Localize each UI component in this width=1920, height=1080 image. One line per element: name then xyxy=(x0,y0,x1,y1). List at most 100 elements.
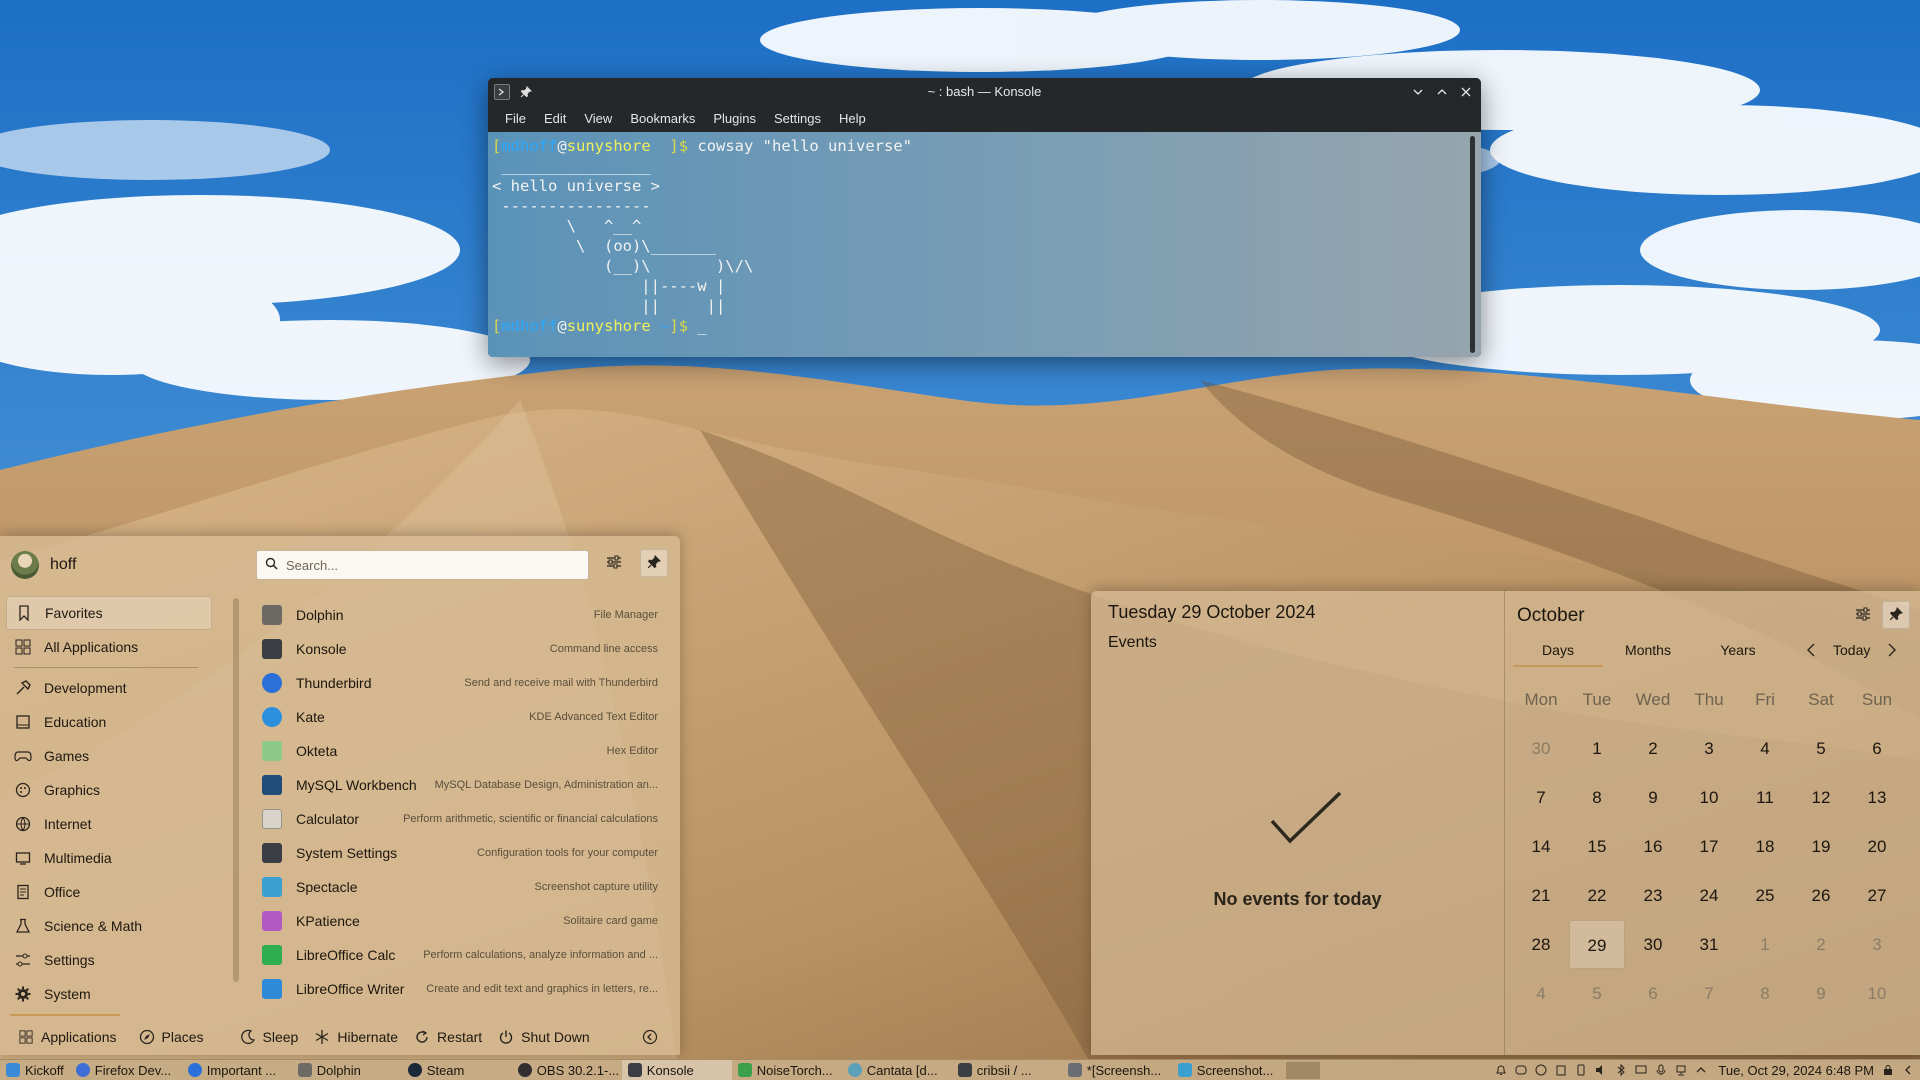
clipboard-icon[interactable] xyxy=(1554,1064,1567,1077)
clock[interactable]: Tue, Oct 29, 2024 6:48 PM xyxy=(1718,1063,1874,1078)
task-obs[interactable]: OBS 30.2.1-... xyxy=(512,1060,622,1080)
calendar-pin-button[interactable] xyxy=(1882,601,1910,629)
network-icon[interactable] xyxy=(1674,1064,1687,1077)
sleep-button[interactable]: Sleep xyxy=(232,1022,307,1052)
day-cell[interactable]: 9 xyxy=(1625,773,1681,822)
day-cell[interactable]: 30 xyxy=(1513,724,1569,773)
app-item-thunderbird[interactable]: Thunderbird Send and receive mail with T… xyxy=(256,666,666,700)
day-cell[interactable]: 3 xyxy=(1681,724,1737,773)
avatar[interactable] xyxy=(11,551,39,579)
menu-file[interactable]: File xyxy=(496,111,535,126)
notifications-icon[interactable] xyxy=(1494,1064,1507,1077)
day-cell[interactable]: 10 xyxy=(1681,773,1737,822)
day-cell[interactable]: 26 xyxy=(1793,871,1849,920)
day-cell[interactable]: 17 xyxy=(1681,822,1737,871)
lock-icon[interactable] xyxy=(1881,1064,1894,1077)
menu-view[interactable]: View xyxy=(575,111,621,126)
search-input[interactable] xyxy=(286,557,576,573)
day-cell[interactable]: 8 xyxy=(1569,773,1625,822)
task-firefox[interactable]: Firefox Dev... xyxy=(70,1060,182,1080)
calendar-configure-button[interactable] xyxy=(1849,601,1877,629)
day-cell[interactable]: 31 xyxy=(1681,920,1737,969)
day-cell[interactable]: 23 xyxy=(1625,871,1681,920)
category-games[interactable]: Games xyxy=(6,739,212,773)
today-button[interactable]: Today xyxy=(1833,642,1870,658)
app-item-libreoffice-calc[interactable]: LibreOffice Calc Perform calculations, a… xyxy=(256,938,666,972)
day-cell[interactable]: 14 xyxy=(1513,822,1569,871)
menu-plugins[interactable]: Plugins xyxy=(704,111,765,126)
task-dolphin[interactable]: Dolphin xyxy=(292,1060,402,1080)
previous-month-button[interactable] xyxy=(1803,643,1819,657)
task-steam[interactable]: Steam xyxy=(402,1060,512,1080)
day-cell[interactable]: 2 xyxy=(1793,920,1849,969)
tab-days[interactable]: Days xyxy=(1513,635,1603,667)
day-cell[interactable]: 12 xyxy=(1793,773,1849,822)
today-cell[interactable]: 29 xyxy=(1569,920,1625,969)
day-cell[interactable]: 21 xyxy=(1513,871,1569,920)
app-item-kate[interactable]: Kate KDE Advanced Text Editor xyxy=(256,700,666,734)
day-cell[interactable]: 1 xyxy=(1737,920,1793,969)
day-cell[interactable]: 13 xyxy=(1849,773,1905,822)
app-item-libreoffice-writer[interactable]: LibreOffice Writer Create and edit text … xyxy=(256,972,666,1006)
more-options-button[interactable] xyxy=(634,1022,666,1052)
maximize-icon[interactable] xyxy=(1435,85,1449,99)
close-icon[interactable] xyxy=(1459,85,1473,99)
day-cell[interactable]: 6 xyxy=(1625,969,1681,1018)
day-cell[interactable]: 4 xyxy=(1737,724,1793,773)
minimize-icon[interactable] xyxy=(1411,85,1425,99)
day-cell[interactable]: 16 xyxy=(1625,822,1681,871)
menu-edit[interactable]: Edit xyxy=(535,111,575,126)
day-cell[interactable]: 28 xyxy=(1513,920,1569,969)
restart-button[interactable]: Restart xyxy=(406,1022,490,1052)
category-all-applications[interactable]: All Applications xyxy=(6,630,212,664)
app-item-kpatience[interactable]: KPatience Solitaire card game xyxy=(256,904,666,938)
day-cell[interactable]: 1 xyxy=(1569,724,1625,773)
task-thunderbird[interactable]: Important ... xyxy=(182,1060,292,1080)
terminal-scrollbar[interactable] xyxy=(1470,136,1475,353)
day-cell[interactable]: 2 xyxy=(1625,724,1681,773)
day-cell[interactable]: 10 xyxy=(1849,969,1905,1018)
task-cribsii[interactable]: cribsii / ... xyxy=(952,1060,1062,1080)
category-science-math[interactable]: Science & Math xyxy=(6,909,212,943)
category-office[interactable]: Office xyxy=(6,875,212,909)
app-item-mysql-workbench[interactable]: MySQL Workbench MySQL Database Design, A… xyxy=(256,768,666,802)
app-item-okteta[interactable]: Okteta Hex Editor xyxy=(256,734,666,768)
app-item-spectacle[interactable]: Spectacle Screenshot capture utility xyxy=(256,870,666,904)
day-cell[interactable]: 30 xyxy=(1625,920,1681,969)
day-cell[interactable]: 24 xyxy=(1681,871,1737,920)
app-item-system-settings[interactable]: System Settings Configuration tools for … xyxy=(256,836,666,870)
peek-desktop-icon[interactable] xyxy=(1901,1064,1914,1077)
app-item-dolphin[interactable]: Dolphin File Manager xyxy=(256,598,666,632)
day-cell[interactable]: 4 xyxy=(1513,969,1569,1018)
category-settings[interactable]: Settings xyxy=(6,943,212,977)
app-item-konsole[interactable]: Konsole Command line access xyxy=(256,632,666,666)
task-screenshot[interactable]: Screenshot... xyxy=(1172,1060,1282,1080)
shutdown-button[interactable]: Shut Down xyxy=(490,1022,597,1052)
day-cell[interactable]: 22 xyxy=(1569,871,1625,920)
applications-tab[interactable]: Applications xyxy=(10,1022,125,1052)
day-cell[interactable]: 5 xyxy=(1569,969,1625,1018)
discord-icon[interactable] xyxy=(1514,1064,1527,1077)
day-cell[interactable]: 9 xyxy=(1793,969,1849,1018)
day-cell[interactable]: 19 xyxy=(1793,822,1849,871)
task-cantata[interactable]: Cantata [d... xyxy=(842,1060,952,1080)
day-cell[interactable]: 11 xyxy=(1737,773,1793,822)
day-cell[interactable]: 27 xyxy=(1849,871,1905,920)
virtual-desktop-pager[interactable] xyxy=(1285,1061,1320,1079)
category-favorites[interactable]: Favorites xyxy=(6,596,212,630)
places-tab[interactable]: Places xyxy=(131,1022,212,1052)
bluetooth-icon[interactable] xyxy=(1614,1064,1627,1077)
day-cell[interactable]: 3 xyxy=(1849,920,1905,969)
next-month-button[interactable] xyxy=(1884,643,1900,657)
day-cell[interactable]: 25 xyxy=(1737,871,1793,920)
category-graphics[interactable]: Graphics xyxy=(6,773,212,807)
chevron-up-icon[interactable] xyxy=(1694,1064,1707,1077)
category-education[interactable]: Education xyxy=(6,705,212,739)
display-icon[interactable] xyxy=(1634,1064,1647,1077)
day-cell[interactable]: 7 xyxy=(1513,773,1569,822)
pin-button[interactable] xyxy=(640,549,668,577)
tab-years[interactable]: Years xyxy=(1693,635,1783,667)
tab-months[interactable]: Months xyxy=(1603,635,1693,667)
search-box[interactable] xyxy=(256,550,589,580)
category-system[interactable]: System xyxy=(6,977,212,1011)
